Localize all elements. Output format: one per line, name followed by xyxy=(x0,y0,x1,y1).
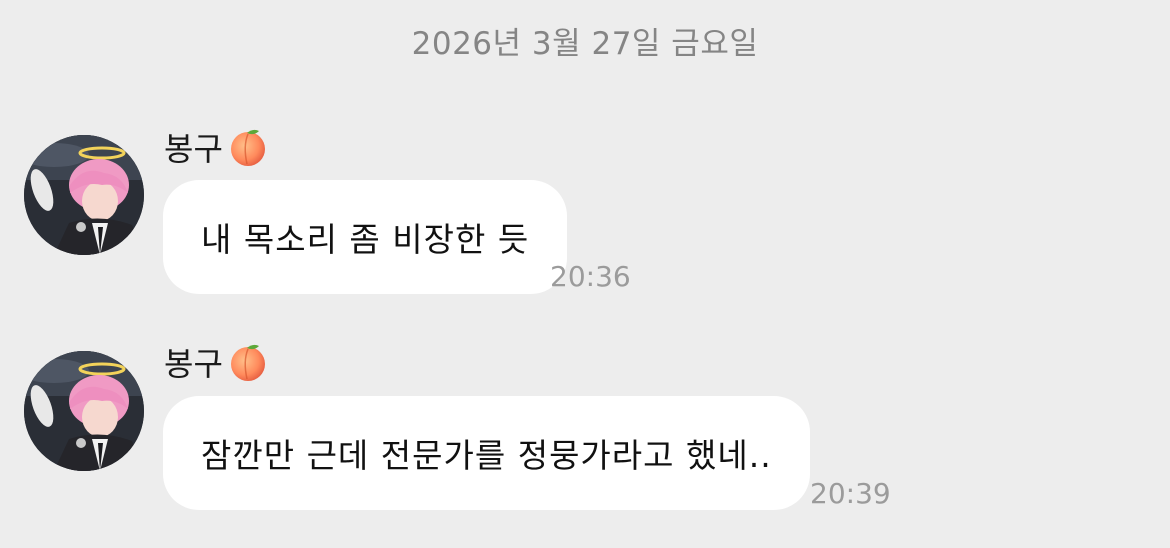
peach-icon xyxy=(227,126,269,168)
message-bubble[interactable]: 내 목소리 좀 비장한 듯 xyxy=(163,180,568,294)
message-text: 내 목소리 좀 비장한 듯 xyxy=(201,220,530,259)
message-timestamp: 20:36 xyxy=(550,260,631,293)
profile-image xyxy=(24,135,144,255)
avatar[interactable] xyxy=(24,351,144,471)
avatar[interactable] xyxy=(24,135,144,255)
sender-label: 봉구 xyxy=(164,130,223,168)
message-bubble[interactable]: 잠깐만 근데 전문가를 정뭉가라고 했네.. xyxy=(163,396,810,510)
sender-label: 봉구 xyxy=(164,345,223,383)
peach-icon xyxy=(227,341,269,383)
message-timestamp: 20:39 xyxy=(810,477,891,510)
sender-name: 봉구 xyxy=(164,124,269,170)
message-text: 잠깐만 근데 전문가를 정뭉가라고 했네.. xyxy=(201,436,772,475)
profile-image xyxy=(24,351,144,471)
date-divider: 2026년 3월 27일 금요일 xyxy=(411,26,759,62)
sender-name: 봉구 xyxy=(164,339,269,385)
